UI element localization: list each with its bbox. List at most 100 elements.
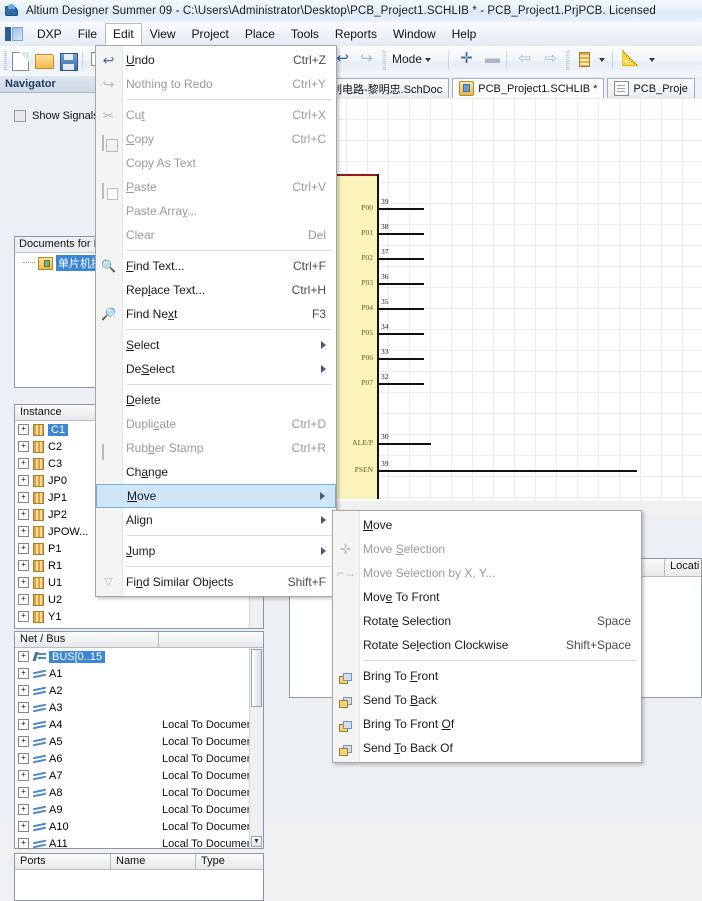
- expand-icon[interactable]: +: [18, 543, 29, 554]
- open-folder-icon[interactable]: [34, 50, 55, 71]
- edit-menu-item-move[interactable]: Move: [96, 484, 336, 508]
- measure-dropdown-arrow[interactable]: [646, 50, 667, 71]
- show-signals-row[interactable]: Show Signals: [14, 110, 99, 122]
- redo-arrow-icon[interactable]: ↪: [356, 50, 377, 71]
- netbus-row[interactable]: + A3: [15, 699, 263, 716]
- schematic-pin[interactable]: 30 ALE/P: [352, 432, 431, 447]
- expand-icon[interactable]: +: [18, 838, 29, 849]
- expand-icon[interactable]: +: [18, 770, 29, 781]
- schematic-pin[interactable]: 33 P06: [361, 347, 424, 362]
- expand-icon[interactable]: +: [18, 458, 29, 469]
- expand-icon[interactable]: +: [18, 787, 29, 798]
- expand-icon[interactable]: +: [18, 526, 29, 537]
- netbus-row[interactable]: + A9 Local To Document: [15, 801, 263, 818]
- save-icon[interactable]: [58, 50, 79, 71]
- expand-icon[interactable]: +: [18, 736, 29, 747]
- expand-icon[interactable]: +: [18, 475, 29, 486]
- edit-menu-item-align[interactable]: Align: [96, 508, 336, 532]
- menu-project[interactable]: Project: [184, 23, 237, 45]
- menu-edit[interactable]: Edit: [105, 23, 142, 45]
- tab-schlib[interactable]: PCB_Project1.SCHLIB *: [452, 78, 605, 98]
- move-menu-item-send-to-back[interactable]: Send To Back: [333, 688, 641, 712]
- schematic-pin[interactable]: 34 P05: [361, 322, 424, 337]
- expand-icon[interactable]: +: [18, 804, 29, 815]
- edit-menu-item-delete[interactable]: Delete: [96, 388, 336, 412]
- menu-tools[interactable]: Tools: [283, 23, 327, 45]
- mode-dropdown[interactable]: Mode: [392, 52, 432, 66]
- edit-menu-item-jump[interactable]: Jump: [96, 539, 336, 563]
- prev-icon[interactable]: ⇦: [514, 50, 535, 71]
- next-icon[interactable]: ⇨: [540, 50, 561, 71]
- tab-prjpcb[interactable]: PCB_Proje: [607, 78, 695, 98]
- expand-icon[interactable]: +: [18, 611, 29, 622]
- instance-row[interactable]: + Y1: [15, 608, 263, 625]
- new-document-icon[interactable]: [10, 50, 31, 71]
- schematic-pin[interactable]: 39 P00: [361, 197, 424, 212]
- expand-icon[interactable]: +: [18, 702, 29, 713]
- netbus-row[interactable]: + A5 Local To Document: [15, 733, 263, 750]
- netbus-scrollbar[interactable]: ▼: [249, 648, 263, 848]
- edit-menu-item-find-text[interactable]: 🔍 Find Text... Ctrl+F: [96, 254, 336, 278]
- netbus-scroll-thumb[interactable]: [251, 649, 262, 707]
- edit-menu-item-deselect[interactable]: DeSelect: [96, 357, 336, 381]
- edit-menu-item-undo[interactable]: ↩ Undo Ctrl+Z: [96, 48, 336, 72]
- component-dropdown-arrow[interactable]: [596, 50, 617, 71]
- show-signals-checkbox[interactable]: [14, 110, 26, 122]
- netbus-row[interactable]: + BUS[0..15: [15, 648, 263, 665]
- move-menu-item-bring-to-front-of[interactable]: Bring To Front Of: [333, 712, 641, 736]
- move-menu-item-rotate-selection[interactable]: Rotate Selection Space: [333, 609, 641, 633]
- toolbar-grip[interactable]: [4, 51, 7, 70]
- edit-menu-item-find-similar-objects[interactable]: ▽ Find Similar Objects Shift+F: [96, 570, 336, 594]
- netbus-row[interactable]: + A10 Local To Document: [15, 818, 263, 835]
- expand-icon[interactable]: +: [18, 594, 29, 605]
- menu-file[interactable]: File: [70, 23, 105, 45]
- netbus-row[interactable]: + A11 Local To Document: [15, 835, 263, 852]
- menu-help[interactable]: Help: [444, 23, 485, 45]
- menu-view[interactable]: View: [142, 23, 184, 45]
- netbus-row[interactable]: + A7 Local To Document: [15, 767, 263, 784]
- move-submenu[interactable]: Move ✛ Move Selection ⌐→ Move Selection by X…: [332, 510, 642, 763]
- expand-icon[interactable]: +: [18, 441, 29, 452]
- move-menu-item-move-to-front[interactable]: Move To Front: [333, 585, 641, 609]
- expand-icon[interactable]: +: [18, 492, 29, 503]
- schematic-pin[interactable]: 35 P04: [361, 297, 424, 312]
- component-icon[interactable]: [574, 50, 595, 71]
- schematic-pin[interactable]: 39 PSEN: [355, 459, 637, 474]
- expand-icon[interactable]: +: [18, 424, 29, 435]
- expand-icon[interactable]: +: [18, 719, 29, 730]
- expand-icon[interactable]: +: [18, 509, 29, 520]
- expand-icon[interactable]: +: [18, 560, 29, 571]
- expand-icon[interactable]: +: [18, 753, 29, 764]
- edit-menu-item-find-next[interactable]: 🔎 Find Next F3: [96, 302, 336, 326]
- menu-window[interactable]: Window: [385, 23, 444, 45]
- move-menu-item-move[interactable]: Move: [333, 513, 641, 537]
- move-menu-item-send-to-back-of[interactable]: Send To Back Of: [333, 736, 641, 760]
- menu-dxp[interactable]: DXP: [29, 23, 70, 45]
- expand-icon[interactable]: +: [18, 651, 29, 662]
- minus-icon[interactable]: ▬: [482, 50, 503, 71]
- edit-menu-item-change[interactable]: Change: [96, 460, 336, 484]
- schematic-pin[interactable]: 37 P02: [361, 247, 424, 262]
- netbus-row[interactable]: + A8 Local To Document: [15, 784, 263, 801]
- netbus-row[interactable]: + A4 Local To Document: [15, 716, 263, 733]
- schematic-pin[interactable]: 32 P07: [361, 372, 424, 387]
- schematic-pin[interactable]: 38 P01: [361, 222, 424, 237]
- netbus-row[interactable]: + A1: [15, 665, 263, 682]
- menu-reports[interactable]: Reports: [327, 23, 385, 45]
- netbus-row[interactable]: + A6 Local To Document: [15, 750, 263, 767]
- move-menu-item-rotate-selection-clockwise[interactable]: Rotate Selection Clockwise Shift+Space: [333, 633, 641, 657]
- edit-menu-item-replace-text[interactable]: Replace Text... Ctrl+H: [96, 278, 336, 302]
- expand-icon[interactable]: +: [18, 577, 29, 588]
- measure-icon[interactable]: 📐: [620, 50, 641, 71]
- netbus-row[interactable]: + A2: [15, 682, 263, 699]
- menu-place[interactable]: Place: [237, 23, 283, 45]
- scroll-down-icon[interactable]: ▼: [251, 836, 262, 847]
- schematic-canvas[interactable]: 39 P00 38 P01 37 P02 36 P03 35 P04 34 P05 33 P06 32 P07…: [283, 98, 702, 502]
- expand-icon[interactable]: +: [18, 668, 29, 679]
- move-menu-item-bring-to-front[interactable]: Bring To Front: [333, 664, 641, 688]
- schematic-pin[interactable]: 36 P03: [361, 272, 424, 287]
- plus-icon[interactable]: ✛: [456, 50, 477, 71]
- edit-dropdown-menu[interactable]: ↩ Undo Ctrl+Z ↪ Nothing to Redo Ctrl+Y ✂ Cut Ctr…: [95, 45, 337, 597]
- expand-icon[interactable]: +: [18, 821, 29, 832]
- edit-menu-item-select[interactable]: Select: [96, 333, 336, 357]
